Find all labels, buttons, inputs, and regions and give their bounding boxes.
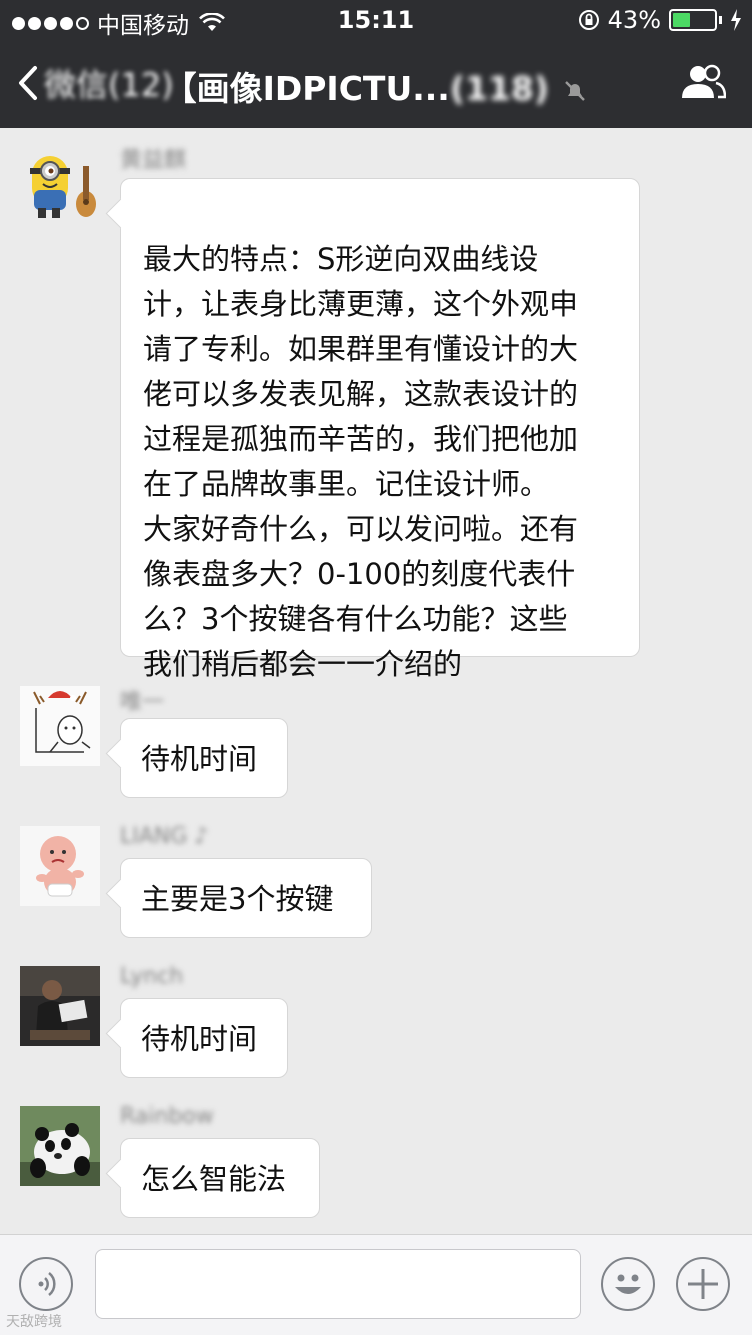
voice-button[interactable] <box>19 1257 73 1311</box>
message-bubble[interactable]: 最大的特点：S形逆向双曲线设 计，让表身比薄更薄，这个外观申 请了专利。如果群里… <box>120 178 640 681</box>
message-bubble[interactable]: 怎么智能法 <box>120 1138 320 1218</box>
message-bubble[interactable]: 待机时间 <box>120 718 288 798</box>
message-text: 待机时间 <box>141 1022 258 1056</box>
chat-title[interactable]: 【画像IDPICTU...(118) <box>0 62 752 110</box>
battery-tip <box>719 16 722 24</box>
panda-photo-avatar[interactable] <box>20 1106 100 1186</box>
emoji-icon <box>615 1274 641 1294</box>
voice-icon <box>38 1272 56 1296</box>
message-bubble[interactable]: 主要是3个按键 <box>120 858 372 938</box>
input-bar: 天敌跨境 <box>0 1234 752 1335</box>
sender-name: Lynch <box>120 964 184 989</box>
status-bar: 中国移动 15:11 43% <box>0 0 752 40</box>
message-bubble[interactable]: 待机时间 <box>120 998 288 1078</box>
message-text: 主要是3个按键 <box>141 882 334 916</box>
battery-level <box>673 13 690 27</box>
member-count: (118) <box>449 69 549 108</box>
battery-icon <box>669 9 717 31</box>
group-name: 【画像IDPICTU... <box>163 69 450 108</box>
message-line: 请了专利。如果群里有懂设计的大 <box>143 332 579 366</box>
message-line: 计，让表身比薄更薄，这个外观申 <box>143 287 579 321</box>
charging-icon <box>731 9 741 31</box>
message-list[interactable]: 黄益麒 最大的特点：S形逆向双曲线设 计，让表身比薄更薄，这个外观申 请了专利。… <box>0 128 752 1234</box>
emoji-button[interactable] <box>601 1257 655 1311</box>
group-members-icon[interactable] <box>680 64 726 100</box>
message-text: 怎么智能法 <box>141 1162 287 1196</box>
sender-name: 唯一 <box>120 690 165 715</box>
message-line: 么？3个按键各有什么功能？这些 <box>143 602 568 636</box>
message-line: 过程是孤独而辛苦的，我们把他加 <box>143 422 579 456</box>
watermark: 天敌跨境 <box>6 1314 62 1330</box>
mute-icon <box>565 80 586 101</box>
message-input[interactable] <box>95 1249 581 1319</box>
status-right: 43% <box>578 6 742 34</box>
chat-header: 微信(12) 【画像IDPICTU...(118) <box>0 40 752 128</box>
message-line: 大家好奇什么，可以发问啦。还有 <box>143 512 579 546</box>
baby-cartoon-avatar[interactable] <box>20 826 100 906</box>
message-line: 佬可以多发表见解，这款表设计的 <box>143 377 579 411</box>
message-line: 最大的特点：S形逆向双曲线设 <box>143 242 539 276</box>
sender-name: LIANG ♪ <box>120 824 209 849</box>
battery-percent: 43% <box>607 6 661 34</box>
sender-name: Rainbow <box>120 1104 214 1129</box>
minion-ukulele-avatar[interactable] <box>20 146 102 226</box>
message-line: 像表盘多大？0-100的刻度代表什 <box>143 557 576 591</box>
sender-name: 黄益麒 <box>120 148 187 173</box>
message-line: 我们稍后都会一一介绍的 <box>143 647 463 681</box>
photo-man-avatar[interactable] <box>20 966 100 1046</box>
plus-icon <box>688 1269 718 1299</box>
message-text: 待机时间 <box>141 742 258 776</box>
christmas-doodle-avatar[interactable] <box>20 686 100 766</box>
more-button[interactable] <box>676 1257 730 1311</box>
rotation-lock-icon <box>578 10 599 30</box>
message-line: 在了品牌故事里。记住设计师。 <box>143 467 550 501</box>
